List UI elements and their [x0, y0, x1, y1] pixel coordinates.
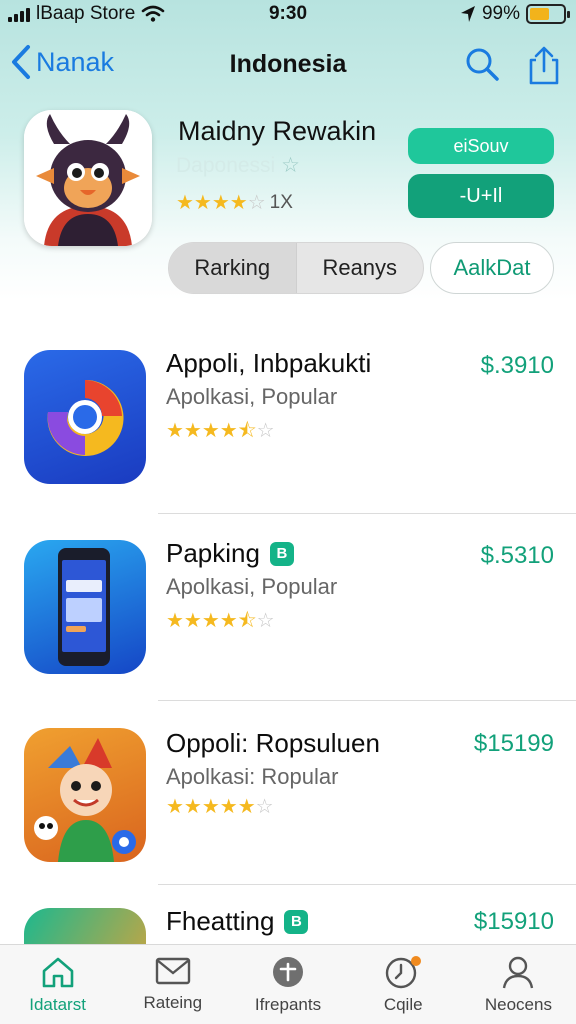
battery-percent: 99%: [481, 3, 520, 24]
app-name-text: Fheatting: [166, 906, 275, 936]
segment-ranking[interactable]: Rarking: [169, 243, 296, 293]
share-button[interactable]: [526, 46, 562, 91]
plus-circle-icon: [273, 957, 303, 987]
app-name-text: Papking: [166, 538, 260, 568]
app-rating-stars: ★★★★★☆: [166, 796, 274, 818]
status-right: 99%: [460, 3, 570, 25]
person-icon: [503, 956, 534, 989]
jester-character-icon: [34, 738, 136, 862]
tab-featured[interactable]: Idatarst: [0, 945, 115, 1024]
get-button[interactable]: eiSouv: [408, 128, 554, 164]
app-name: Fheatting B: [166, 906, 309, 937]
tab-label: Idatarst: [29, 995, 86, 1014]
list-item[interactable]: Appoli, Inbpakukti Apolkasi, Popular ★★★…: [0, 330, 576, 520]
app-name-text: Oppoli: Ropsuluen: [166, 728, 380, 758]
row-divider: [158, 513, 576, 514]
app-icon-browser: [24, 350, 146, 484]
tab-apps[interactable]: Ifrepants: [230, 945, 345, 1024]
app-name-text: Appoli, Inbpakukti: [166, 348, 372, 378]
battery-icon: [526, 4, 570, 24]
status-time: 9:30: [268, 3, 308, 24]
devil-mascot-icon: [24, 110, 152, 246]
app-category: Apolkasi, Popular: [166, 574, 338, 599]
app-icon-jester: [24, 728, 146, 862]
aux-action-button[interactable]: AalkDat: [430, 242, 554, 294]
app-category: Apolkasi, Popular: [166, 384, 338, 409]
app-badge: B: [269, 541, 294, 566]
tab-rating[interactable]: Rateing: [115, 945, 230, 1024]
tab-account[interactable]: Neocens: [461, 945, 576, 1024]
app-price[interactable]: $15199: [474, 730, 554, 758]
featured-app-subtitle: Daponessi ☆: [176, 153, 300, 178]
tab-label: Rateing: [143, 993, 203, 1012]
app-category: Apolkasi: Ropular: [166, 764, 339, 789]
app-name: Appoli, Inbpakukti: [166, 348, 371, 379]
search-icon: [466, 48, 499, 81]
segment-reviews[interactable]: Reanys: [295, 243, 424, 293]
signal-icon: [8, 6, 30, 22]
tab-label: Ifrepants: [254, 995, 322, 1014]
mail-icon: [155, 957, 190, 985]
tab-label: Neocens: [484, 995, 552, 1014]
smartphone-icon: [58, 548, 110, 666]
tab-updates[interactable]: Cqile: [346, 945, 461, 1024]
app-badge: B: [284, 909, 309, 934]
app-price[interactable]: $.5310: [481, 542, 554, 570]
app-icon-phone: [24, 540, 146, 674]
featured-app-icon[interactable]: [24, 110, 152, 246]
featured-app-rating: ★★★★☆ 1X: [176, 190, 293, 215]
list-item[interactable]: Oppoli: Ropsuluen Apolkasi: Ropular ★★★★…: [0, 708, 576, 898]
app-rating-stars: ★★★★⯪☆: [166, 610, 275, 632]
subtitle-star-icon: ☆: [281, 154, 300, 177]
navigation-bar: Nanak Indonesia: [0, 40, 576, 90]
search-button[interactable]: [464, 46, 500, 87]
list-item[interactable]: Papking B Apolkasi, Popular ★★★★⯪☆ $.5310: [0, 520, 576, 710]
app-rating-stars: ★★★★⯪☆: [166, 420, 275, 442]
open-button[interactable]: -U+Il: [408, 174, 554, 218]
tab-label: Cqile: [383, 995, 423, 1014]
status-left: lBaap Store: [8, 3, 165, 25]
carrier-label: lBaap Store: [36, 3, 136, 24]
list-item[interactable]: Fheatting B $15910: [0, 890, 576, 944]
app-name: Papking B: [166, 538, 294, 569]
segmented-control: Rarking Reanys: [168, 242, 424, 294]
tab-bar: Idatarst Rateing Ifrepants Cqile Neocens: [0, 944, 576, 1024]
featured-subtitle-text: Daponessi: [176, 154, 276, 177]
share-icon: [529, 46, 559, 85]
rating-stars: ★★★★☆: [176, 192, 266, 214]
rating-count: 1X: [269, 191, 293, 213]
app-price[interactable]: $15910: [474, 908, 554, 936]
app-icon-partial: [24, 908, 146, 944]
location-arrow-icon: [460, 6, 475, 22]
row-divider: [158, 884, 576, 885]
clock-icon: [386, 956, 422, 989]
status-bar: lBaap Store 9:30 99%: [0, 0, 576, 30]
row-divider: [158, 700, 576, 701]
wifi-icon: [141, 5, 165, 22]
home-icon: [42, 957, 73, 988]
app-name: Oppoli: Ropsuluen: [166, 728, 380, 759]
featured-app-name: Maidny Rewakin: [178, 116, 377, 146]
app-price[interactable]: $.3910: [481, 352, 554, 380]
browser-logo-icon: [47, 379, 124, 456]
